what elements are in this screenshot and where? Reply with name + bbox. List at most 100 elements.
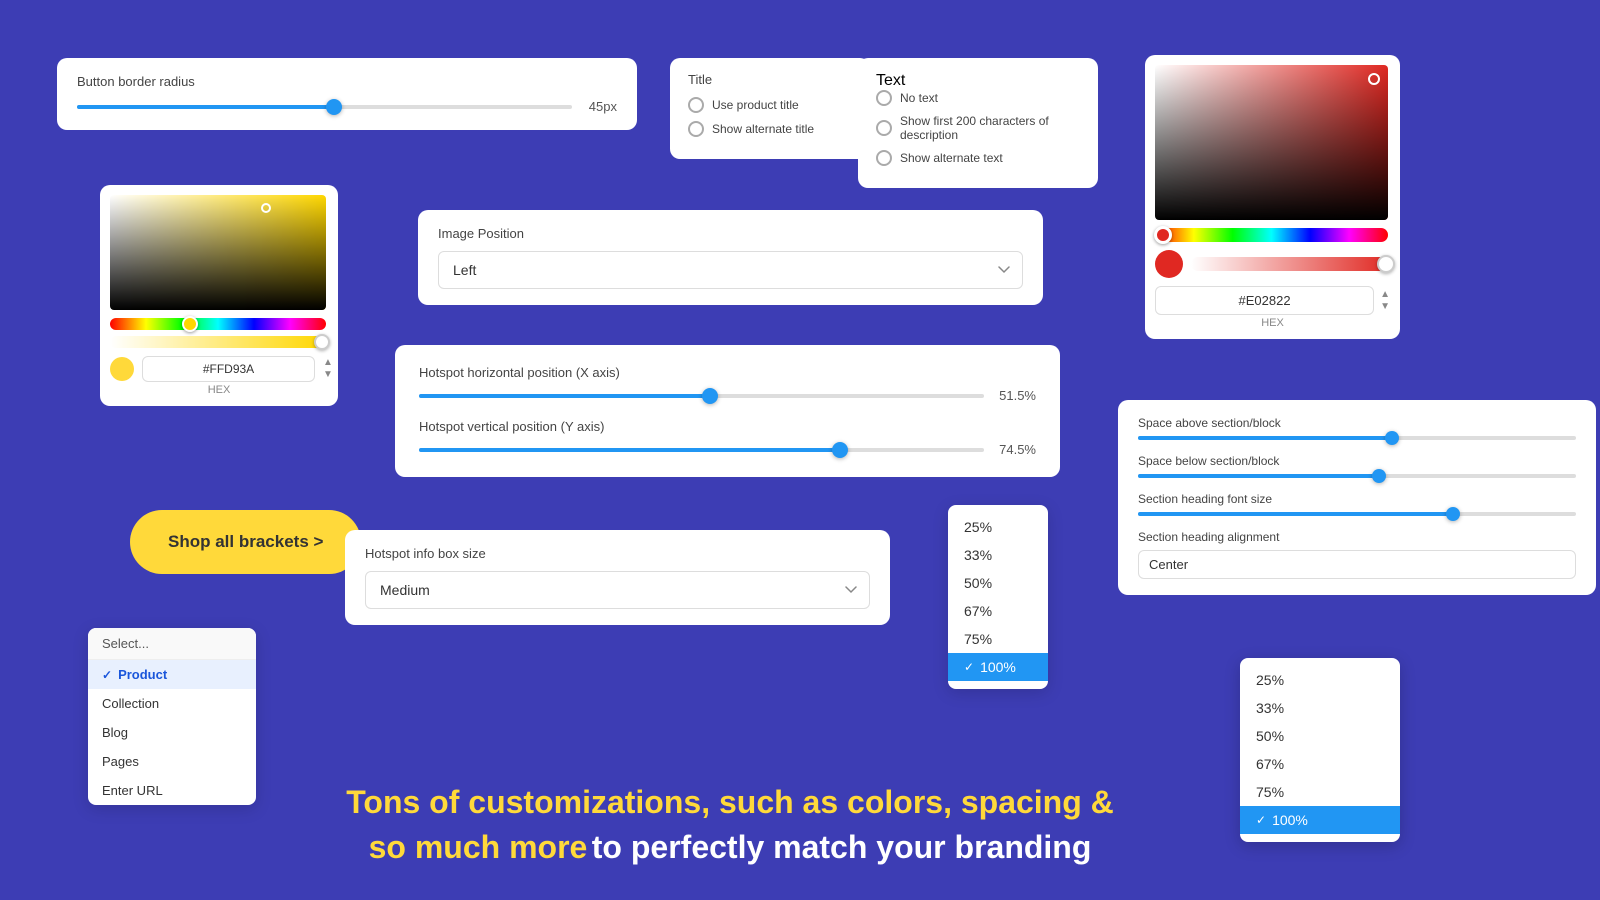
spacing-alignment-label: Section heading alignment [1138,530,1576,544]
title-option-product[interactable]: Use product title [688,97,852,113]
hex-up-yellow[interactable]: ▲ [323,358,333,368]
color-canvas-yellow[interactable] [110,195,326,310]
title-panel-label: Title [688,72,852,87]
title-option-alternate[interactable]: Show alternate title [688,121,852,137]
hotspot-size-label: Hotspot info box size [365,546,870,561]
hex-spinner-large[interactable]: ▲ ▼ [1380,290,1390,312]
opacity-thumb-large[interactable] [1377,255,1395,273]
bottom-text-container: Tons of customizations, such as colors, … [280,780,1180,870]
hotspot-x-thumb[interactable] [702,388,718,404]
title-panel: Title Use product title Show alternate t… [670,58,870,159]
radio-alternate-text[interactable] [876,150,892,166]
hue-slider-yellow[interactable] [110,318,326,330]
spacing-alignment-select[interactable]: Center Left Right [1138,550,1576,579]
radio-no-text-label: No text [900,91,938,105]
dropdown-br-33[interactable]: 33% [1240,694,1400,722]
select-item-url[interactable]: Enter URL [88,776,256,805]
spacing-above-label: Space above section/block [1138,416,1576,430]
dropdown-pct-br-panel: 25% 33% 50% 67% 75% ✓ 100% [1240,658,1400,842]
radio-alternate-title[interactable] [688,121,704,137]
dropdown-br-25[interactable]: 25% [1240,666,1400,694]
select-checkmark-icon: ✓ [102,668,112,682]
dropdown-pct-67[interactable]: 67% [948,597,1048,625]
color-swatch-large [1155,250,1183,278]
spacing-font-fill [1138,512,1453,516]
spacing-alignment-row: Section heading alignment Center Left Ri… [1138,530,1576,579]
dropdown-br-50[interactable]: 50% [1240,722,1400,750]
hotspot-y-label: Hotspot vertical position (Y axis) [419,419,1036,434]
spacing-below-slider[interactable] [1138,474,1576,478]
border-radius-slider-fill [77,105,334,109]
image-position-select[interactable]: Left Right Center [438,251,1023,289]
hotspot-y-thumb[interactable] [832,442,848,458]
dropdown-br-67[interactable]: 67% [1240,750,1400,778]
spacing-font-thumb[interactable] [1446,507,1460,521]
radio-product-title[interactable] [688,97,704,113]
text-panel-label: Text [876,72,1080,90]
spacing-above-thumb[interactable] [1385,431,1399,445]
dropdown-br-100[interactable]: ✓ 100% [1240,806,1400,834]
hex-spinner-yellow[interactable]: ▲ ▼ [323,358,333,380]
radio-no-text[interactable] [876,90,892,106]
hotspot-size-select[interactable]: Small Medium Large [365,571,870,609]
hotspot-y-value: 74.5% [996,442,1036,457]
select-item-pages[interactable]: Pages [88,747,256,776]
spacing-font-slider[interactable] [1138,512,1576,516]
spacing-above-row: Space above section/block [1138,416,1576,440]
bottom-text-yellow-1: Tons of customizations, such as colors, … [346,784,1114,820]
dropdown-pct-33[interactable]: 33% [948,541,1048,569]
dropdown-pct-25[interactable]: 25% [948,513,1048,541]
border-radius-panel: Button border radius 45px [57,58,637,130]
dropdown-pct-panel: 25% 33% 50% 67% 75% ✓ 100% [948,505,1048,689]
text-option-200[interactable]: Show first 200 characters of description [876,114,1080,142]
border-radius-slider-thumb[interactable] [326,99,342,115]
select-item-product[interactable]: ✓ Product [88,660,256,689]
color-picker-dot-large[interactable] [1368,73,1380,85]
hex-down-arrow[interactable]: ▼ [1380,302,1390,312]
select-item-blog[interactable]: Blog [88,718,256,747]
shop-all-brackets-button[interactable]: Shop all brackets > [130,510,361,574]
color-canvas-large[interactable] [1155,65,1388,220]
hex-up-arrow[interactable]: ▲ [1380,290,1390,300]
checkmark-icon: ✓ [964,660,974,674]
spacing-below-fill [1138,474,1379,478]
opacity-thumb-yellow[interactable] [314,334,330,350]
select-dropdown-panel: Select... ✓ Product Collection Blog Page… [88,628,256,805]
dropdown-pct-75[interactable]: 75% [948,625,1048,653]
hue-slider-large[interactable] [1155,228,1388,242]
hotspot-y-slider[interactable] [419,448,984,452]
select-blog-label: Blog [102,725,128,740]
opacity-slider-yellow[interactable] [110,336,326,348]
radio-alternate-title-label: Show alternate title [712,122,814,136]
radio-product-title-label: Use product title [712,98,799,112]
text-option-alternate[interactable]: Show alternate text [876,150,1080,166]
spacing-font-label: Section heading font size [1138,492,1576,506]
hex-input-large[interactable] [1155,286,1374,315]
spacing-below-row: Space below section/block [1138,454,1576,478]
bottom-text-white-3: to perfectly match your branding [592,829,1092,865]
hex-label-yellow: HEX [110,384,328,396]
color-swatch-yellow [110,357,134,381]
text-option-none[interactable]: No text [876,90,1080,106]
select-pages-label: Pages [102,754,139,769]
select-item-collection[interactable]: Collection [88,689,256,718]
spacing-font-row: Section heading font size [1138,492,1576,516]
spacing-below-thumb[interactable] [1372,469,1386,483]
color-picker-dot-yellow[interactable] [261,203,271,213]
spacing-above-slider[interactable] [1138,436,1576,440]
spacing-panel: Space above section/block Space below se… [1118,400,1596,595]
hotspot-size-panel: Hotspot info box size Small Medium Large [345,530,890,625]
border-radius-slider-track[interactable] [77,105,572,109]
hotspot-x-slider[interactable] [419,394,984,398]
dropdown-br-75[interactable]: 75% [1240,778,1400,806]
select-collection-label: Collection [102,696,159,711]
hue-thumb-large[interactable] [1154,226,1172,244]
radio-200-chars-label: Show first 200 characters of description [900,114,1080,142]
hex-input-yellow[interactable] [142,356,315,382]
hue-thumb-yellow[interactable] [182,316,198,332]
dropdown-pct-50[interactable]: 50% [948,569,1048,597]
hex-down-yellow[interactable]: ▼ [323,370,333,380]
opacity-slider-large[interactable] [1191,257,1390,271]
dropdown-pct-100[interactable]: ✓ 100% [948,653,1048,681]
radio-200-chars[interactable] [876,120,892,136]
